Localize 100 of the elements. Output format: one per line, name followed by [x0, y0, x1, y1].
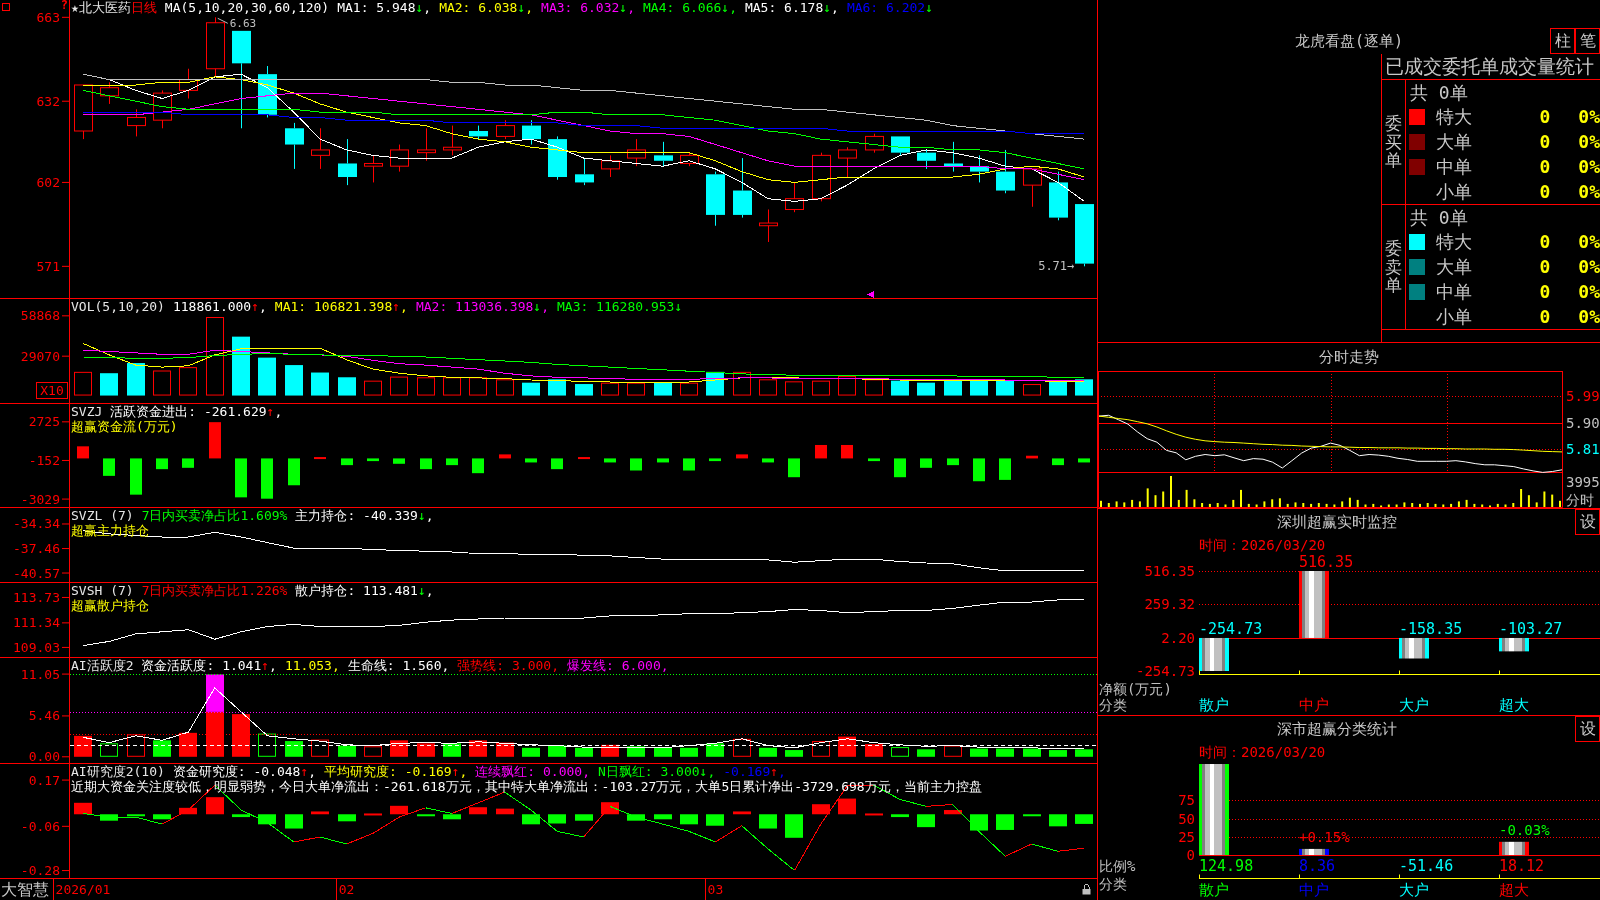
volume-bar	[417, 377, 435, 396]
view-button[interactable]: 柱	[1550, 27, 1575, 54]
fund-flow-bar	[393, 458, 405, 464]
candlestick	[891, 136, 910, 156]
table-title: 已成交委托单成交量统计	[1384, 54, 1595, 79]
activity-bar	[838, 736, 856, 757]
candlestick	[548, 135, 567, 181]
indicator-reading: 平均研究度: -0.169↑,	[324, 764, 468, 779]
value-label: 124.98	[1199, 857, 1254, 875]
axis-label: 111.34	[13, 615, 60, 631]
volume-bar	[522, 382, 540, 396]
order-percent: 0%	[1578, 180, 1600, 203]
candlestick	[627, 138, 646, 167]
group-label: 委买单	[1385, 113, 1402, 171]
axis-label: 11.05	[20, 666, 60, 682]
bar	[1199, 637, 1229, 671]
value-label: -158.35	[1399, 619, 1463, 638]
axis-label: 25	[1178, 829, 1195, 845]
research-bar	[232, 814, 250, 818]
research-bar	[311, 811, 329, 815]
research-bar	[944, 810, 962, 815]
fund-flow-bar	[920, 458, 932, 468]
candlestick	[443, 125, 462, 156]
order-type: 大单	[1436, 256, 1472, 278]
activity-bar	[206, 674, 224, 712]
fund-flow-bar	[578, 457, 590, 460]
fund-flow-bar	[130, 458, 142, 495]
candlestick	[1075, 204, 1094, 267]
axis-title: 分类	[1099, 697, 1127, 713]
candlestick	[364, 154, 383, 183]
research-bar	[917, 814, 935, 828]
bar	[1399, 637, 1429, 659]
activity-bar	[812, 741, 830, 757]
order-count: 0	[1539, 305, 1551, 328]
research-bar	[100, 814, 118, 821]
fund-flow-bar	[1052, 458, 1064, 466]
indicator-reading: 资金研究度: -0.048↑,	[172, 764, 317, 779]
fund-flow-bar	[182, 458, 194, 468]
bar	[1499, 841, 1529, 855]
fund-flow-bar	[709, 458, 721, 462]
activity-bar	[364, 746, 382, 757]
research-bar	[996, 814, 1014, 830]
indicator-reading: MA1: 106821.398↑,	[274, 299, 408, 314]
activity-bar	[1075, 749, 1093, 757]
volume-bar	[390, 376, 408, 396]
axis-title: 分类	[1099, 876, 1127, 892]
candlestick	[390, 144, 409, 173]
view-button[interactable]: 笔	[1575, 27, 1600, 54]
fund-flow-bar	[446, 458, 458, 466]
indicator-reading: 主力持仓: -40.339↓,	[295, 508, 434, 523]
scale-label: 3995	[1566, 474, 1600, 490]
category-label: 散户	[1199, 696, 1229, 714]
volume-bar	[759, 379, 777, 396]
axis-label: 5.99	[1566, 388, 1600, 405]
axis-label: 259.32	[1144, 596, 1195, 612]
category-label: 大户	[1399, 881, 1429, 899]
axis-label: 50	[1178, 811, 1195, 827]
order-count: 0	[1539, 106, 1551, 128]
settings-button[interactable]: 设	[1575, 509, 1600, 535]
change-label: -0.03%	[1499, 821, 1550, 838]
volume-bar	[232, 336, 250, 396]
research-bar	[627, 814, 645, 821]
activity-bar	[338, 745, 356, 757]
fund-flow-bar	[1078, 458, 1090, 463]
candlestick	[733, 157, 752, 219]
square-icon	[2, 3, 10, 11]
indicator-title: AI活跃度2	[71, 658, 134, 673]
research-bar	[706, 814, 724, 826]
axis-title: 净额(万元)	[1099, 681, 1172, 697]
value-label: -103.27	[1499, 619, 1563, 638]
candlestick	[838, 146, 857, 178]
research-bar	[74, 802, 92, 815]
volume-bar	[258, 357, 276, 396]
indicator-reading: 活跃资金进出: -261.629↑,	[110, 404, 283, 419]
value-label: 516.35	[1299, 555, 1354, 571]
bar	[1499, 637, 1529, 652]
volume-bar	[1023, 384, 1041, 396]
order-percent: 0%	[1578, 281, 1600, 303]
fund-flow-bar	[999, 458, 1011, 480]
candlestick	[996, 149, 1015, 194]
fund-flow-bar	[367, 458, 379, 462]
order-total: 共 0单	[1410, 81, 1468, 104]
volume-bar	[917, 382, 935, 396]
volume-bar	[179, 367, 197, 396]
activity-bar	[127, 734, 145, 757]
indicator-reading: 7日内买卖净占比1.226%	[141, 583, 288, 598]
value-label: -51.46	[1399, 857, 1454, 875]
settings-button[interactable]: 设	[1575, 716, 1600, 742]
fund-flow-bar	[235, 458, 247, 498]
research-bar	[759, 814, 777, 829]
activity-bar	[970, 748, 988, 757]
axis-label: 109.03	[13, 639, 60, 655]
fund-flow-bar	[341, 458, 353, 466]
volume-bar	[153, 370, 171, 396]
indicator-reading: 7日内买卖净占比1.609%	[141, 508, 288, 523]
bar	[1299, 571, 1329, 638]
axis-label: 5.46	[28, 708, 60, 724]
order-type: 小单	[1436, 180, 1472, 203]
research-bar	[443, 814, 461, 820]
fund-flow-bar	[894, 458, 906, 478]
